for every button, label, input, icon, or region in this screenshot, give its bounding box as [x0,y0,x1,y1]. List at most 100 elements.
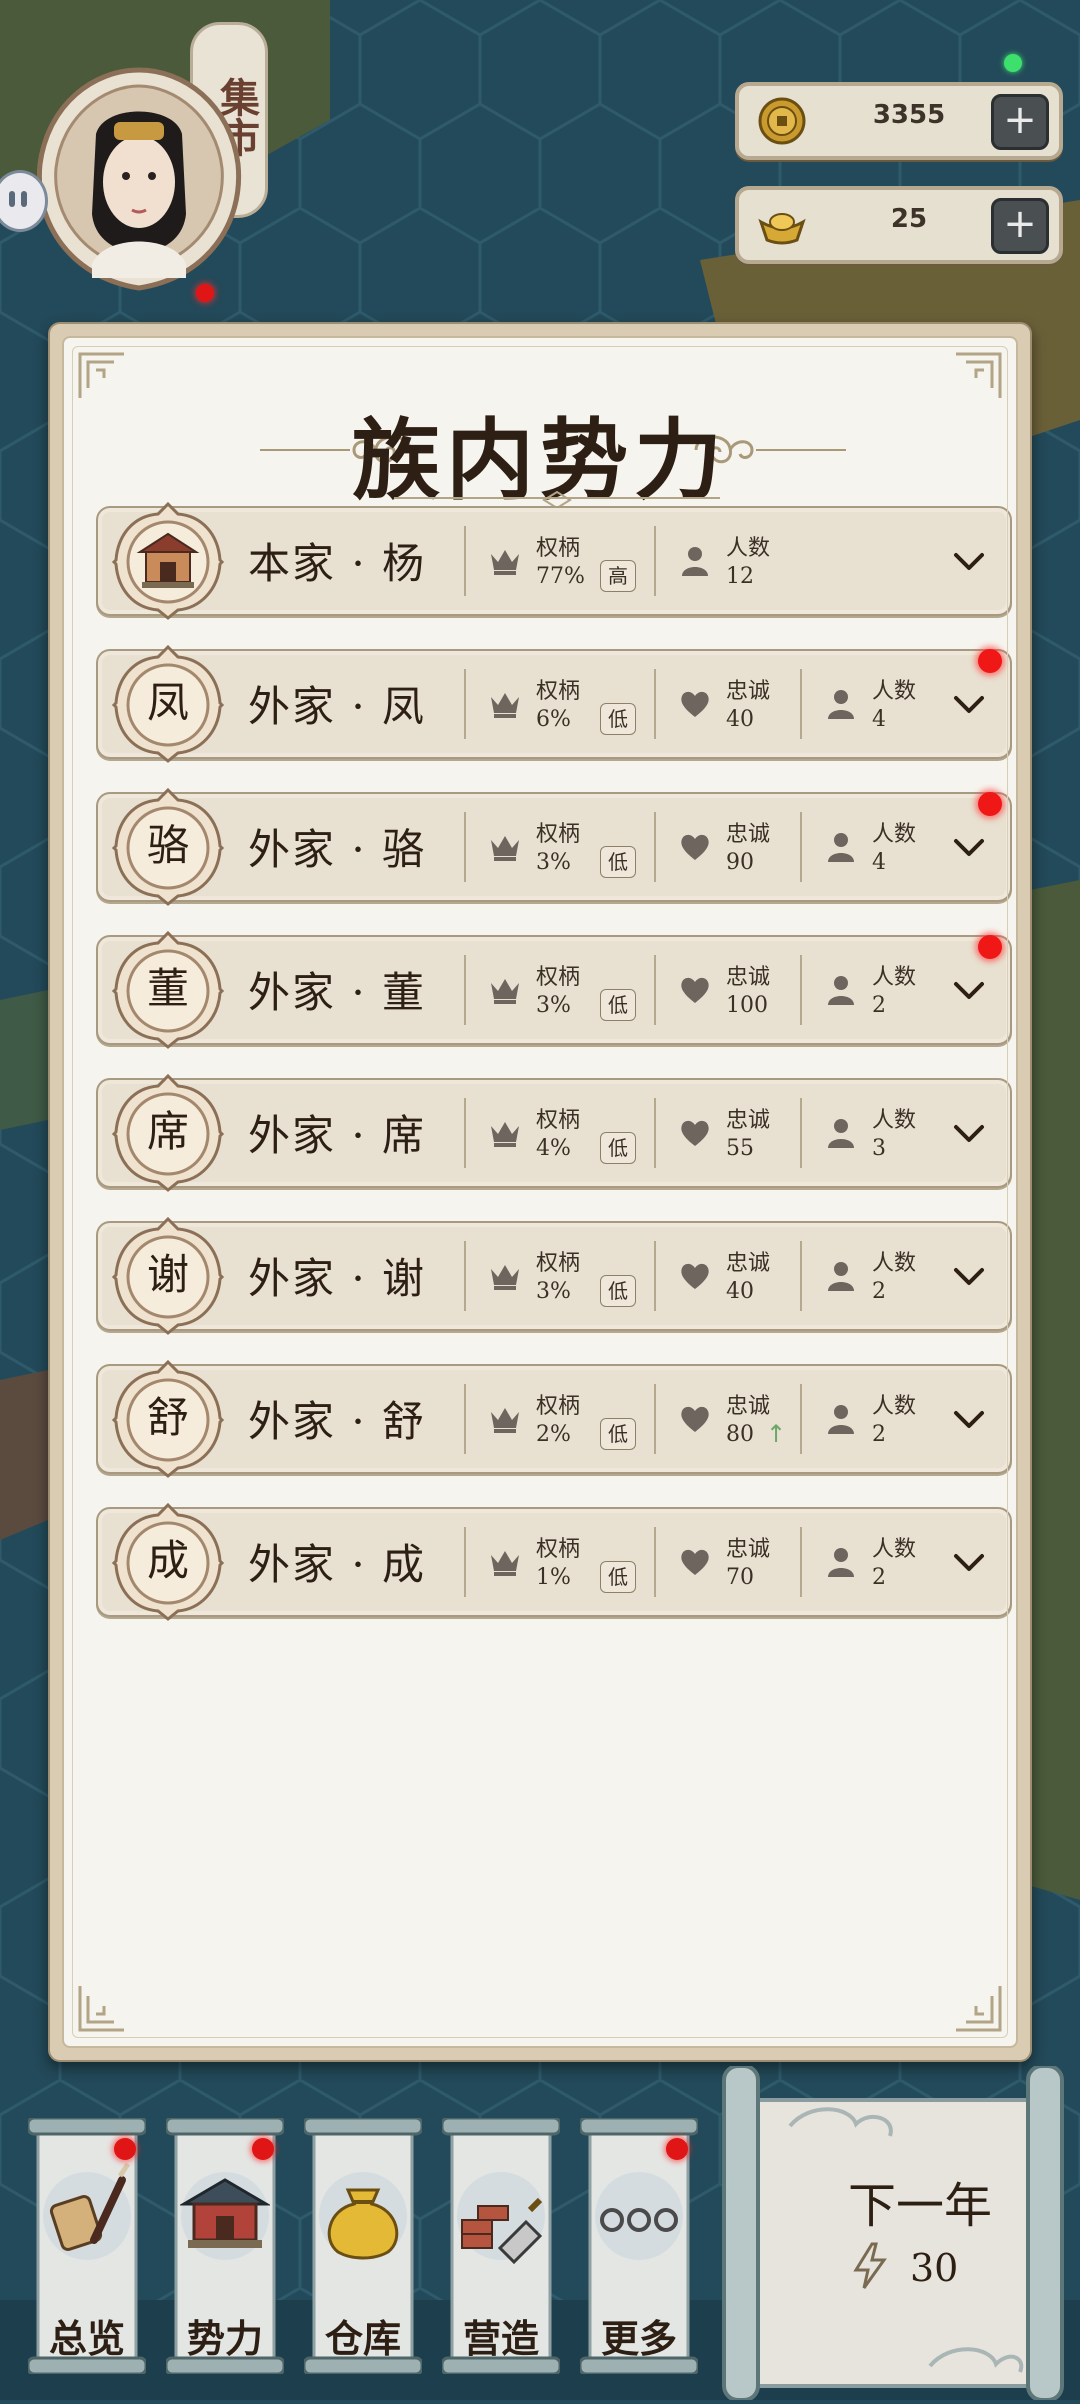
nav-button-1[interactable]: 总览 [28,2118,146,2374]
faction-panel: 族内势力 本家 · 杨 权柄 77% 高 人数 12 凤 外家 · 凤 权柄 6% [48,322,1032,2062]
loyalty-trend-up-icon: ↑ [766,1420,787,1448]
power-value: 4% [536,1136,571,1161]
member-count-stat: 人数 4 [800,812,940,882]
loyalty-value: 40 [726,1279,754,1304]
family-emblem: 凤 [112,645,224,763]
divider [464,1098,466,1168]
faction-row[interactable]: 成 外家 · 成 权柄 1% 低 忠诚 70 人数 2 [96,1503,1012,1621]
faction-name: 外家 · 成 [248,1540,427,1589]
power-value: 1% [536,1565,571,1590]
next-year-button[interactable]: 下一年 30 [720,2064,1066,2402]
panel-title: 族内势力 [351,408,728,512]
family-emblem-char: 舒 [146,1393,189,1442]
power-label: 权柄 [536,679,581,704]
faction-panel-inner: 族内势力 本家 · 杨 权柄 77% 高 人数 12 凤 外家 · 凤 权柄 6% [62,336,1018,2048]
notification-dot [666,2138,688,2160]
title-divider [394,490,720,510]
crown-icon [491,1408,519,1433]
gold-ingot-icon [758,213,806,245]
divider [464,1241,466,1311]
power-level-badge: 低 [600,703,636,735]
power-value: 6% [536,707,571,732]
faction-row[interactable]: 凤 外家 · 凤 权柄 6% 低 忠诚 40 人数 4 [96,645,1012,763]
chevron-down-icon [954,1125,984,1142]
nav-button-4[interactable]: 营造 [442,2118,560,2374]
power-stat: 权柄 2% 低 [464,1384,654,1454]
member-count-label: 人数 [872,822,917,847]
family-emblem-char: 董 [146,964,189,1013]
power-value: 3% [536,1279,571,1304]
divider [800,1527,802,1597]
faction-row[interactable]: 舒 外家 · 舒 权柄 2% 低 忠诚 80 ↑ 人数 2 [96,1360,1012,1478]
divider [464,526,466,596]
add-ingots-button[interactable]: + [991,198,1049,254]
family-emblem-char: 谢 [146,1250,189,1299]
person-icon [828,1119,854,1148]
family-emblem: 董 [112,931,224,1049]
heart-icon [681,1549,709,1575]
heart-icon [681,1263,709,1289]
power-value: 2% [536,1422,571,1447]
member-count-stat: 人数 2 [800,1527,940,1597]
corner-ornament-icon [956,352,1002,398]
add-coins-button[interactable]: + [991,94,1049,150]
faction-row[interactable]: 董 外家 · 董 权柄 3% 低 忠诚 100 人数 2 [96,931,1012,1049]
member-count-label: 人数 [872,679,917,704]
power-label: 权柄 [536,1394,581,1419]
member-count-label: 人数 [872,1537,917,1562]
power-label: 权柄 [536,536,581,561]
notification-dot [978,935,1002,959]
faction-row[interactable]: 本家 · 杨 权柄 77% 高 人数 12 [96,502,1012,620]
chevron-down-icon [954,1554,984,1571]
faction-row[interactable]: 骆 外家 · 骆 权柄 3% 低 忠诚 90 人数 4 [96,788,1012,906]
member-count-value: 2 [872,1565,886,1590]
member-count-stat: 人数 2 [800,955,940,1025]
power-label: 权柄 [536,965,581,990]
family-emblem-char: 成 [146,1536,189,1585]
player-avatar[interactable] [34,64,244,294]
crown-icon [491,836,519,861]
divider [464,669,466,739]
power-level-badge: 低 [600,989,636,1021]
member-count-label: 人数 [872,1394,917,1419]
nav-button-5[interactable]: 更多 [580,2118,698,2374]
family-emblem [112,502,224,620]
member-count-value: 4 [872,707,886,732]
nav-label: 营造 [462,2316,539,2361]
corner-ornament-icon [78,1986,124,2032]
nav-button-2[interactable]: 势力 [166,2118,284,2374]
nav-label: 势力 [186,2316,263,2361]
faction-name: 外家 · 舒 [248,1397,427,1446]
corner-ornament-icon [956,1986,1002,2032]
loyalty-label: 忠诚 [726,1394,771,1419]
loyalty-stat: 忠诚 55 [654,1098,800,1168]
power-level-badge: 低 [600,1418,636,1450]
loyalty-label: 忠诚 [726,822,771,847]
chevron-down-icon [954,1268,984,1285]
faction-name: 本家 · 杨 [248,539,427,588]
loyalty-value: 80 [726,1422,754,1447]
power-level-badge: 低 [600,1561,636,1593]
divider [654,1527,656,1597]
faction-row[interactable]: 谢 外家 · 谢 权柄 3% 低 忠诚 40 人数 2 [96,1217,1012,1335]
nav-label: 更多 [600,2316,677,2361]
power-value: 3% [536,993,571,1018]
power-level-badge: 高 [600,560,636,592]
member-count-stat: 人数 4 [800,669,940,739]
divider [654,812,656,882]
family-emblem: 成 [112,1503,224,1621]
loyalty-stat: 忠诚 40 [654,669,800,739]
power-value: 77% [536,564,585,589]
crown-icon [491,1551,519,1576]
nav-button-3[interactable]: 仓库 [304,2118,422,2374]
person-icon [828,690,854,719]
ingot-resource: 25 + [735,186,1063,264]
faction-row[interactable]: 席 外家 · 席 权柄 4% 低 忠诚 55 人数 3 [96,1074,1012,1192]
power-stat: 权柄 3% 低 [464,1241,654,1311]
power-value: 3% [536,850,571,875]
member-count-stat: 人数 3 [800,1098,940,1168]
loyalty-label: 忠诚 [726,1537,771,1562]
person-icon [828,976,854,1005]
divider [464,1384,466,1454]
power-stat: 权柄 1% 低 [464,1527,654,1597]
